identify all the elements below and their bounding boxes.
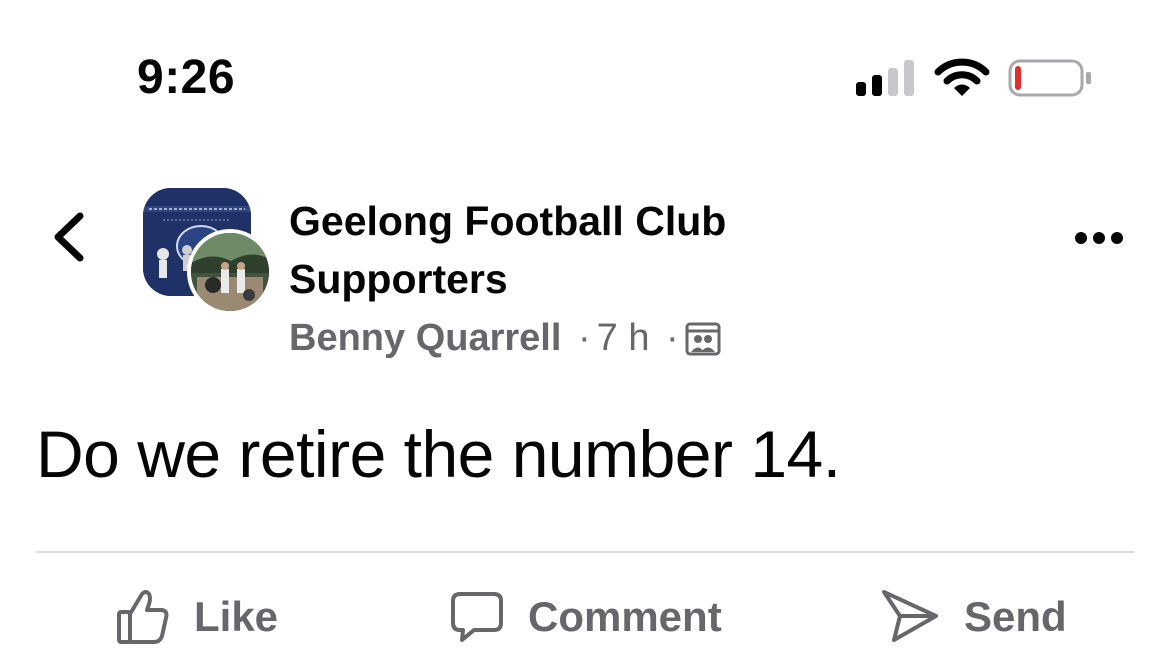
post-text: Do we retire the number 14. (36, 417, 841, 491)
comment-button[interactable]: Comment (450, 582, 722, 652)
like-label: Like (194, 593, 279, 640)
group-name[interactable]: Geelong Football Club Supporters (289, 192, 889, 308)
thumbs-up-icon (117, 590, 169, 644)
group-members-icon (685, 322, 721, 356)
post-time[interactable]: 7 h (597, 317, 650, 359)
comment-label: Comment (528, 593, 722, 640)
cellular-signal-icon (856, 60, 914, 96)
more-options-icon[interactable] (1074, 226, 1124, 250)
wifi-icon (934, 58, 990, 96)
send-label: Send (964, 593, 1067, 640)
status-time: 9:26 (137, 51, 236, 104)
send-button[interactable]: Send (880, 582, 1067, 652)
battery-icon (1008, 59, 1091, 97)
meta-separator: · (666, 317, 679, 359)
meta-separator: · (577, 317, 591, 359)
post-meta: Benny Quarrell · 7 h · (289, 314, 721, 362)
author-name[interactable]: Benny Quarrell (289, 317, 561, 359)
send-arrow-icon (882, 590, 938, 642)
comment-bubble-icon (451, 592, 503, 642)
divider (36, 551, 1134, 553)
like-button[interactable]: Like (116, 582, 278, 652)
back-chevron-icon[interactable] (50, 210, 90, 264)
author-avatar[interactable] (187, 229, 273, 315)
